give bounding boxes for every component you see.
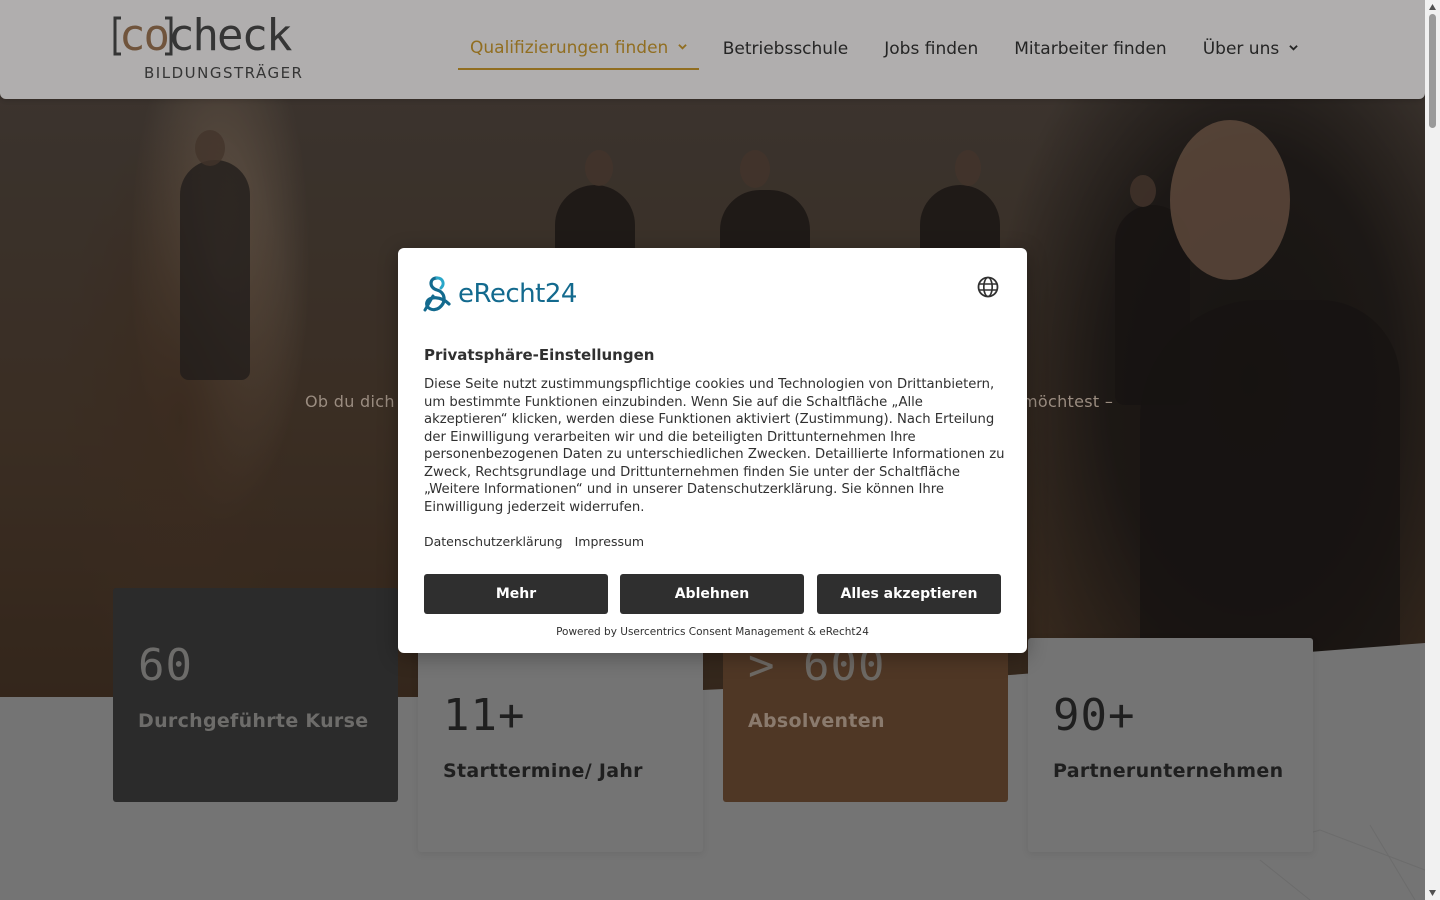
privacy-policy-link[interactable]: Datenschutzerklärung [424, 534, 563, 549]
nav-item-label: Qualifizierungen finden [470, 38, 669, 58]
erecht24-mark-icon [423, 276, 451, 312]
globe-icon[interactable] [977, 276, 999, 298]
nav-betriebsschule[interactable]: Betriebsschule [723, 37, 849, 69]
logo-co: co [119, 10, 170, 61]
nav-jobs-finden[interactable]: Jobs finden [884, 37, 978, 69]
hero-subtext-right: möchtest – [1022, 392, 1114, 411]
accept-all-button[interactable]: Alles akzeptieren [817, 574, 1001, 614]
page-scrollbar[interactable] [1425, 0, 1440, 900]
logo[interactable]: cocheck BILDUNGSTRÄGER [113, 10, 302, 86]
stat-value: 90+ [1053, 690, 1136, 741]
hero-subtext-left: Ob du dich [305, 392, 395, 411]
logo-subtitle: BILDUNGSTRÄGER [144, 64, 304, 82]
erecht24-logo: eRecht24 [423, 274, 577, 314]
site-header: cocheck BILDUNGSTRÄGER Qualifizierungen … [0, 0, 1425, 99]
chevron-down-icon [1288, 45, 1298, 51]
nav-mitarbeiter-finden[interactable]: Mitarbeiter finden [1014, 37, 1166, 69]
imprint-link[interactable]: Impressum [575, 534, 644, 549]
nav-item-label: Über uns [1202, 39, 1280, 59]
stat-value: 11+ [443, 690, 526, 741]
stat-card-kurse: 60 Durchgeführte Kurse [113, 588, 398, 802]
powered-by-text: Powered by Usercentrics Consent Manageme… [556, 626, 869, 638]
stat-label: Partnerunternehmen [1053, 760, 1284, 782]
more-button[interactable]: Mehr [424, 574, 608, 614]
nav-ueber-uns[interactable]: Über uns [1203, 37, 1298, 69]
stat-card-partnerunternehmen: 90+ Partnerunternehmen [1028, 638, 1313, 852]
nav-qualifizierungen-finden[interactable]: Qualifizierungen finden [458, 36, 699, 70]
stat-label: Absolventen [748, 710, 885, 732]
stat-label: Durchgeführte Kurse [138, 710, 369, 732]
consent-title: Privatsphäre-Einstellungen [424, 346, 655, 364]
consent-links: Datenschutzerklärung Impressum [424, 534, 656, 549]
scroll-up-arrow-icon[interactable] [1428, 3, 1437, 11]
nav-item-label: Mitarbeiter finden [1014, 39, 1167, 59]
logo-wordmark: cocheck [119, 10, 292, 61]
brand-name: eRecht24 [458, 279, 577, 309]
deny-button[interactable]: Ablehnen [620, 574, 804, 614]
scroll-thumb[interactable] [1429, 14, 1436, 128]
consent-description: Diese Seite nutzt zustimmungspflichtige … [424, 377, 1005, 515]
main-nav: Qualifizierungen finden Betriebsschule J… [458, 36, 1334, 70]
stat-label: Starttermine/ Jahr [443, 760, 643, 782]
logo-check: check [167, 10, 292, 61]
nav-item-label: Betriebsschule [722, 39, 849, 59]
chevron-down-icon [677, 44, 687, 50]
nav-item-label: Jobs finden [884, 39, 979, 59]
stat-value: 60 [138, 640, 193, 691]
consent-dialog: eRecht24 Privatsphäre-Einstellungen Dies… [398, 248, 1027, 653]
stat-card-starttermine: 11+ Starttermine/ Jahr [418, 638, 703, 852]
scroll-down-arrow-icon[interactable] [1428, 889, 1437, 897]
